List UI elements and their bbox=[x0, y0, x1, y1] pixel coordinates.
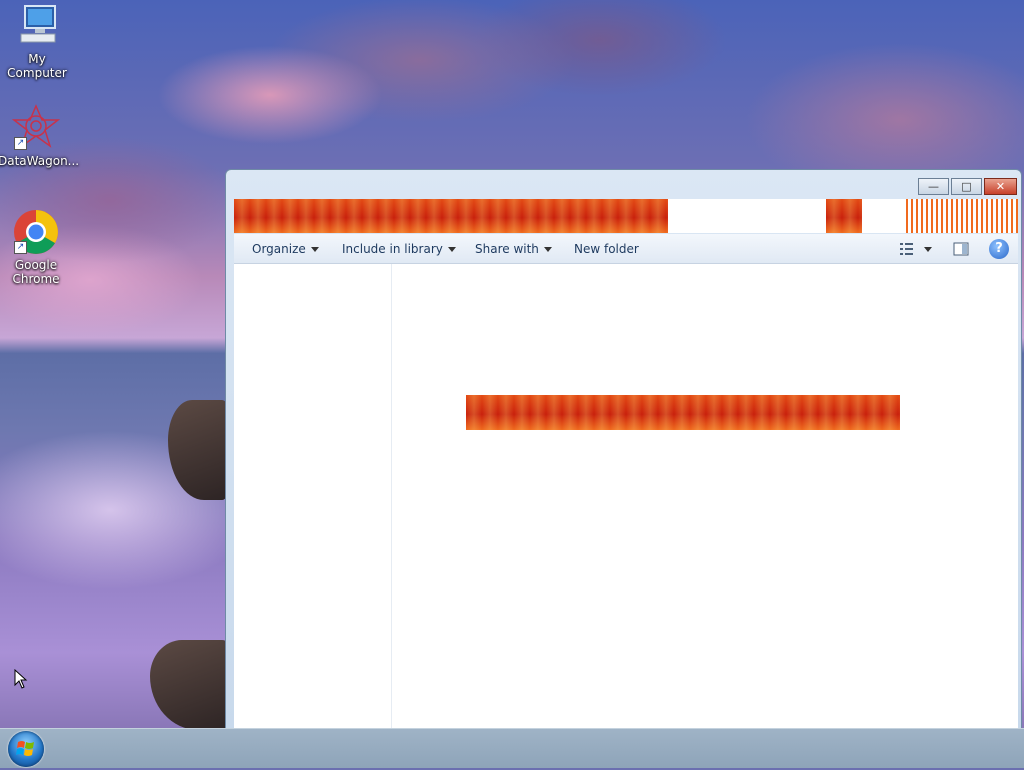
desktop-icon-label: DataWagon... bbox=[0, 154, 80, 168]
help-button[interactable]: ? bbox=[989, 239, 1009, 259]
navigation-pane[interactable] bbox=[234, 264, 392, 730]
maximize-button[interactable]: □ bbox=[951, 178, 982, 195]
close-button[interactable]: ✕ bbox=[984, 178, 1017, 195]
change-view-button[interactable] bbox=[898, 240, 938, 258]
share-with-label: Share with bbox=[475, 242, 539, 256]
mouse-cursor-icon bbox=[14, 669, 28, 689]
datawagon-icon: ↗ bbox=[11, 104, 61, 152]
share-with-menu[interactable]: Share with bbox=[475, 242, 552, 256]
chevron-down-icon bbox=[447, 247, 456, 252]
chevron-down-icon bbox=[543, 247, 552, 252]
minimize-button[interactable]: — bbox=[918, 178, 949, 195]
shortcut-arrow-icon: ↗ bbox=[14, 137, 27, 150]
render-glitch-stripes bbox=[906, 199, 1018, 233]
preview-pane-button[interactable] bbox=[952, 240, 970, 258]
desktop-icon-label: Google Chrome bbox=[12, 258, 60, 286]
chrome-icon: ↗ bbox=[12, 208, 60, 256]
views-icon bbox=[900, 243, 932, 255]
desktop-icon-google-chrome[interactable]: ↗ Google Chrome bbox=[0, 208, 74, 286]
taskbar bbox=[0, 728, 1024, 768]
address-bar-area[interactable] bbox=[234, 199, 1018, 233]
desktop-icon-datawagon[interactable]: ↗ DataWagon... bbox=[0, 104, 80, 168]
caption-buttons: — □ ✕ bbox=[918, 178, 1017, 195]
explorer-window[interactable]: — □ ✕ Organize Include in library Share … bbox=[225, 169, 1022, 730]
render-glitch-band bbox=[234, 199, 668, 233]
include-in-library-label: Include in library bbox=[342, 242, 443, 256]
content-area bbox=[234, 264, 1018, 730]
shortcut-arrow-icon: ↗ bbox=[14, 241, 27, 254]
chevron-down-icon bbox=[310, 247, 319, 252]
windows-logo-icon bbox=[16, 741, 34, 756]
desktop-icon-my-computer[interactable]: My Computer bbox=[0, 2, 75, 80]
preview-pane-icon bbox=[953, 242, 969, 256]
help-icon: ? bbox=[995, 241, 1003, 256]
desktop-icon-label: My Computer bbox=[7, 52, 67, 80]
new-folder-button[interactable]: New folder bbox=[574, 242, 639, 256]
organize-menu[interactable]: Organize bbox=[252, 242, 319, 256]
organize-label: Organize bbox=[252, 242, 306, 256]
new-folder-label: New folder bbox=[574, 242, 639, 256]
include-in-library-menu[interactable]: Include in library bbox=[342, 242, 456, 256]
render-glitch-band bbox=[466, 395, 900, 430]
start-button[interactable] bbox=[8, 731, 44, 767]
file-list-pane[interactable] bbox=[392, 264, 1018, 730]
command-bar: Organize Include in library Share with N… bbox=[234, 234, 1018, 264]
render-glitch-block bbox=[826, 199, 862, 233]
computer-icon bbox=[13, 2, 61, 50]
